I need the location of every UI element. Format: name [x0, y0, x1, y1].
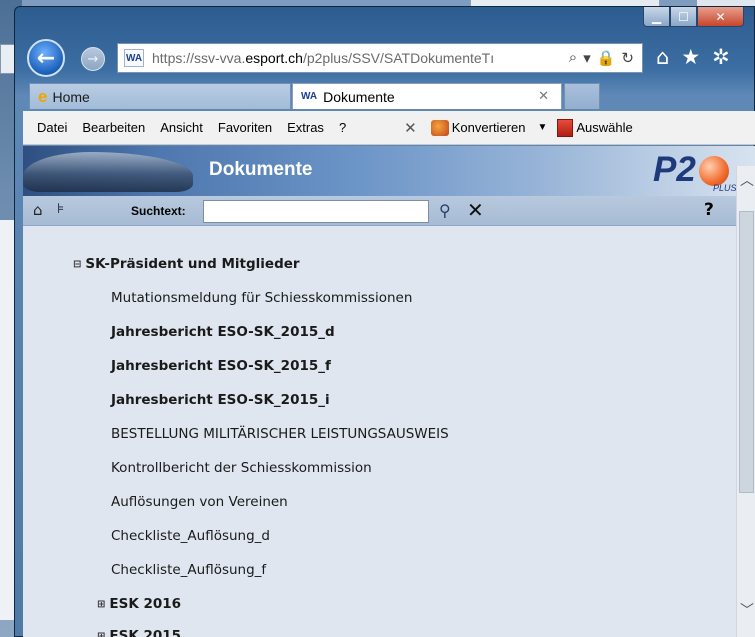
favorites-star-icon[interactable]: ★	[681, 45, 700, 69]
navigation-bar: ← → WA https://ssv-vva. esport.ch/p2plus/…	[15, 35, 755, 83]
konvertieren-label: Konvertieren	[451, 120, 526, 135]
scroll-up-icon[interactable]: ︿	[740, 170, 754, 190]
tab-label: Dokumente	[323, 88, 395, 105]
scroll-down-icon[interactable]: ﹀	[740, 600, 754, 620]
scrollbar-thumb[interactable]	[739, 211, 754, 493]
search-input[interactable]	[203, 200, 429, 223]
menu-help[interactable]: ?	[339, 120, 346, 135]
minimize-button[interactable]: ▁	[643, 7, 670, 27]
folder-label: ESK 2016	[109, 596, 182, 612]
url-host: esport.ch	[245, 50, 303, 66]
tree-folder-esk-2016[interactable]: ⊞ ESK 2016	[97, 596, 181, 612]
url-path: /p2plus/SSV/SATDokumenteTı	[302, 50, 495, 66]
address-tools: ⌕ ▾ 🔒 ↻	[569, 49, 634, 67]
home-icon[interactable]: ⌂	[656, 45, 669, 69]
tree-document-item[interactable]: Mutationsmeldung für Schiesskommissionen	[111, 290, 412, 306]
page-banner: Dokumente P2 PLUS	[23, 146, 755, 196]
new-tab-button[interactable]	[564, 83, 600, 109]
maximize-button[interactable]: ☐	[670, 7, 697, 27]
folder-label: ESK 2015	[109, 628, 182, 637]
forward-button[interactable]: →	[81, 47, 105, 71]
back-button[interactable]: ←	[27, 39, 65, 77]
tab-dokumente[interactable]: WA Dokumente ✕	[292, 83, 562, 109]
konvertieren-button[interactable]: Konvertieren	[430, 119, 526, 136]
window-caption-buttons: ▁ ☐ ✕	[643, 7, 744, 27]
browser-window: ▁ ☐ ✕ ← → WA https://ssv-vva. esport.ch/p…	[14, 6, 755, 637]
tree-document-item[interactable]: Jahresbericht ESO-SK_2015_d	[111, 324, 335, 340]
back-arrow-icon: ←	[36, 45, 56, 71]
menu-bar: Datei Bearbeiten Ansicht Favoriten Extra…	[23, 111, 755, 145]
url-prefix: https://ssv-vva.	[152, 50, 246, 66]
pdf-select-icon	[557, 118, 574, 137]
close-window-button[interactable]: ✕	[697, 7, 744, 27]
logo-sub: PLUS	[713, 183, 737, 193]
close-toolbar-icon[interactable]: ✕	[404, 119, 417, 137]
settings-gear-icon[interactable]: ✲	[712, 45, 730, 69]
document-label: Jahresbericht ESO-SK_2015_f	[111, 358, 331, 374]
binoculars-search-icon[interactable]: ⚲	[439, 201, 451, 220]
document-label: Kontrollbericht der Schiesskommission	[111, 460, 372, 476]
forward-arrow-icon: →	[87, 51, 99, 67]
document-label: Checkliste_Auflösung_f	[111, 562, 267, 578]
banner-car-image	[23, 152, 193, 192]
tab-home[interactable]: e Home	[29, 83, 291, 109]
tree-view-icon[interactable]: ⊧	[57, 201, 64, 217]
chevron-down-icon[interactable]: ▼	[537, 122, 547, 133]
tree-folder-esk-2015[interactable]: ⊞ ESK 2015	[97, 628, 181, 637]
tree-document-item[interactable]: Jahresbericht ESO-SK_2015_f	[111, 358, 331, 374]
tab-strip: e Home WA Dokumente ✕	[15, 83, 755, 109]
document-label: Checkliste_Auflösung_d	[111, 528, 271, 544]
tree-document-item[interactable]: Auflösungen von Vereinen	[111, 494, 288, 510]
tree-document-item[interactable]: Checkliste_Auflösung_d	[111, 528, 270, 544]
folder-label: SK-Präsident und Mitglieder	[85, 256, 300, 272]
page-title: Dokumente	[209, 159, 313, 180]
close-tab-icon[interactable]: ✕	[538, 88, 549, 104]
document-label: BESTELLUNG MILITÄRISCHER LEISTUNGSAUSWEI…	[111, 426, 449, 442]
auswaehlen-button[interactable]: Auswähle	[576, 120, 632, 135]
site-favicon-icon: WA	[301, 91, 318, 102]
clear-search-icon[interactable]: ✕	[467, 198, 484, 222]
logo-text: P2	[653, 150, 696, 189]
document-toolbar: ⌂ ⊧ Suchtext: ⚲ ✕ ?	[23, 196, 755, 226]
tree-document-item[interactable]: Kontrollbericht der Schiesskommission	[111, 460, 372, 476]
browser-toolbar-icons: ⌂ ★ ✲	[656, 45, 730, 69]
convert-icon	[430, 119, 449, 136]
document-label: Auflösungen von Vereinen	[111, 494, 288, 510]
tab-label: Home	[52, 88, 90, 105]
ie-logo-icon: e	[38, 86, 48, 106]
vertical-scrollbar[interactable]: ︿ ﹀	[736, 166, 755, 637]
document-label: Jahresbericht ESO-SK_2015_d	[111, 324, 335, 340]
menu-favoriten[interactable]: Favoriten	[218, 120, 272, 135]
refresh-icon[interactable]: ↻	[621, 49, 634, 67]
search-label: Suchtext:	[131, 204, 186, 218]
document-label: Jahresbericht ESO-SK_2015_i	[111, 392, 330, 408]
menu-ansicht[interactable]: Ansicht	[160, 120, 203, 135]
p2plus-logo: P2 PLUS	[653, 150, 743, 194]
expand-icon[interactable]: ⊞	[97, 631, 105, 637]
address-bar[interactable]: WA https://ssv-vva. esport.ch/p2plus/SSV/…	[117, 43, 643, 73]
help-button[interactable]: ?	[704, 200, 714, 220]
tree-folder-sk-praesident[interactable]: ⊟ SK-Präsident und Mitglieder	[73, 256, 300, 272]
menu-datei[interactable]: Datei	[37, 120, 67, 135]
tree-document-item[interactable]: BESTELLUNG MILITÄRISCHER LEISTUNGSAUSWEI…	[111, 426, 449, 442]
page-content: Dokumente P2 PLUS ⌂ ⊧ Suchtext: ⚲ ✕ ? ︿ …	[23, 146, 755, 637]
home-icon[interactable]: ⌂	[33, 201, 43, 219]
document-label: Mutationsmeldung für Schiesskommissionen	[111, 290, 413, 306]
menu-extras[interactable]: Extras	[287, 120, 324, 135]
search-icon[interactable]: ⌕	[569, 49, 577, 67]
tree-document-item[interactable]: Jahresbericht ESO-SK_2015_i	[111, 392, 330, 408]
collapse-icon[interactable]: ⊟	[73, 259, 81, 270]
dropdown-icon[interactable]: ▾	[583, 49, 591, 67]
logo-ball-icon	[699, 156, 729, 186]
menu-bearbeiten[interactable]: Bearbeiten	[82, 120, 145, 135]
expand-icon[interactable]: ⊞	[97, 599, 105, 610]
tree-document-item[interactable]: Checkliste_Auflösung_f	[111, 562, 266, 578]
site-favicon-icon: WA	[124, 49, 144, 67]
lock-icon[interactable]: 🔒	[597, 49, 616, 67]
